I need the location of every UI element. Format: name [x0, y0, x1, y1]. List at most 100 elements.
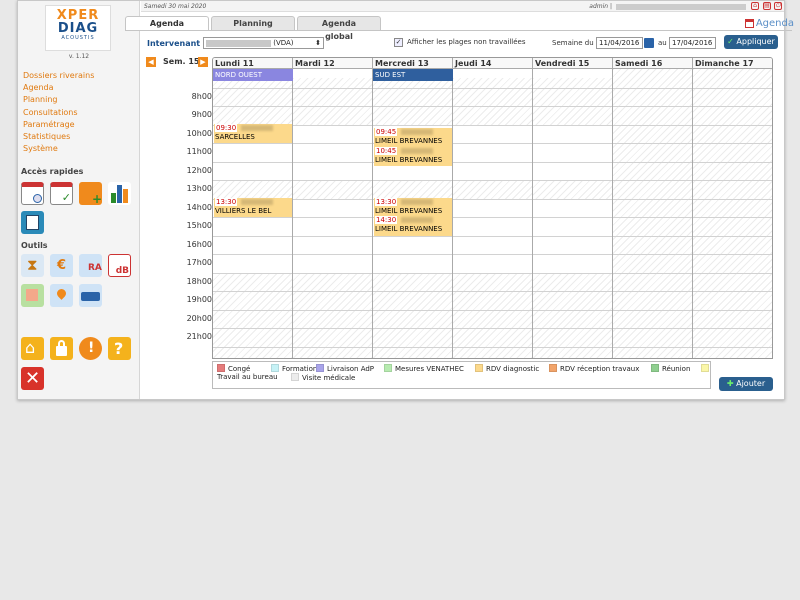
appointment-time: 09:30 — [215, 123, 238, 132]
warning-icon[interactable]: ! — [79, 337, 102, 360]
appointment[interactable]: 13:30 LIMEIL BREVANNES — [374, 197, 452, 217]
hour-line — [213, 328, 292, 329]
hour-line — [453, 124, 532, 126]
hour-line — [533, 124, 612, 126]
next-week-button[interactable]: ▶ — [198, 57, 208, 67]
calculator-icon[interactable] — [21, 211, 44, 234]
prev-week-button[interactable]: ◀ — [146, 57, 156, 67]
appointment-place: LIMEIL BREVANNES — [375, 225, 443, 233]
hour-line — [213, 309, 292, 311]
help-icon[interactable]: ? — [108, 337, 131, 360]
hour-line — [693, 272, 772, 274]
hour-line — [693, 309, 772, 311]
redacted-client — [241, 124, 274, 131]
intervenant-select[interactable]: (VDA) ⬍ — [203, 37, 324, 49]
hour-line — [533, 309, 612, 311]
hour-line — [693, 106, 772, 107]
hour-line — [213, 87, 292, 89]
hour-line — [453, 161, 532, 163]
hour-line — [453, 106, 532, 107]
hour-line — [693, 328, 772, 329]
calendar-check-icon[interactable]: ✓ — [50, 182, 73, 205]
nav-systeme[interactable]: Système — [23, 143, 94, 155]
hourglass-icon[interactable]: ⧗ — [21, 254, 44, 277]
appointment[interactable]: 10:45 LIMEIL BREVANNES — [374, 146, 452, 167]
close-icon[interactable]: ✕ — [21, 367, 44, 390]
legend-label: RDV diagnostic — [486, 365, 540, 373]
tab-planning[interactable]: Planning — [211, 16, 295, 30]
calendar-clock-icon[interactable] — [21, 182, 44, 205]
appointment[interactable]: 14:30 LIMEIL BREVANNES — [374, 216, 452, 236]
hour-line — [613, 291, 692, 292]
agenda-link[interactable]: Agenda — [744, 18, 794, 29]
date-to-input[interactable]: 17/04/2016 — [669, 37, 716, 49]
day-column[interactable] — [693, 69, 772, 358]
hour-label: 18h00 — [186, 276, 212, 286]
tools-title: Outils — [21, 241, 48, 250]
day-column[interactable] — [293, 69, 373, 358]
hour-line — [693, 198, 772, 200]
nav-dossiers-riverains[interactable]: Dossiers riverains — [23, 70, 94, 82]
hour-line — [533, 217, 612, 218]
tab-agenda[interactable]: Agenda — [125, 16, 209, 30]
hour-line — [373, 87, 452, 89]
legend-item: Mesures VENATHEC — [384, 364, 464, 373]
hour-line — [453, 198, 532, 200]
nav-planning[interactable]: Planning — [23, 94, 94, 106]
print-icon[interactable]: ▤ — [763, 2, 771, 10]
hour-line — [533, 180, 612, 181]
nav-consultations[interactable]: Consultations — [23, 107, 94, 119]
appointment[interactable]: 13:30 VILLIERS LE BEL — [214, 197, 292, 217]
house-db-icon[interactable]: dB — [108, 254, 131, 277]
tools-row-2 — [21, 284, 102, 307]
hour-line — [613, 161, 692, 163]
system-row-1: ⌂ ! ? — [21, 337, 131, 360]
redacted-client — [401, 198, 434, 205]
hour-line — [693, 180, 772, 181]
folder-add-icon[interactable]: + — [79, 182, 102, 205]
map-pin-icon[interactable] — [50, 284, 73, 307]
day-header: Vendredi 15 — [533, 58, 613, 69]
app-logo[interactable]: XPER DIAG ACOUSTIS — [45, 5, 111, 51]
legend-item: Réunion — [651, 364, 690, 373]
day-column[interactable] — [453, 69, 533, 358]
hour-line — [533, 87, 612, 89]
non-worked-checkbox[interactable]: ✓ — [394, 38, 403, 47]
home-icon[interactable]: ⌂ — [21, 337, 44, 360]
nav-agenda[interactable]: Agenda — [23, 82, 94, 94]
non-working-slot — [213, 180, 292, 199]
hour-label: 15h00 — [186, 221, 212, 231]
appointment-place: LIMEIL BREVANNES — [375, 137, 443, 146]
hour-label: 16h00 — [186, 239, 212, 249]
quick-access-row-1: ✓ + — [21, 182, 131, 205]
day-column[interactable] — [613, 69, 693, 358]
nav-statistiques[interactable]: Statistiques — [23, 131, 94, 143]
apply-button[interactable]: ✓ Appliquer — [724, 35, 778, 49]
non-working-slot — [533, 78, 612, 125]
appointment[interactable]: 09:45 LIMEIL BREVANNES — [374, 128, 452, 148]
redacted-client — [241, 198, 274, 205]
van-icon[interactable] — [79, 284, 102, 307]
add-button[interactable]: ✚ Ajouter — [719, 377, 773, 391]
day-column[interactable] — [533, 69, 613, 358]
nav-parametrage[interactable]: Paramétrage — [23, 119, 94, 131]
appointment-place: LIMEIL BREVANNES — [375, 155, 443, 164]
ra-grid-icon[interactable]: RA — [79, 254, 102, 277]
tab-agenda-global[interactable]: Agenda global — [297, 16, 381, 41]
legend: Congé Formation Livraison AdP Mesures VENAT… — [212, 361, 711, 389]
hour-line — [613, 309, 692, 311]
power-icon[interactable]: ⏻ — [774, 2, 782, 10]
appointment[interactable]: 09:30 SARCELLES — [214, 123, 292, 143]
day-header: Mardi 12 — [293, 58, 373, 69]
lock-icon[interactable] — [50, 337, 73, 360]
euro-grid-icon[interactable]: € — [50, 254, 73, 277]
map-area-icon[interactable] — [21, 284, 44, 307]
zone-banner: NORD OUEST — [213, 69, 293, 81]
hour-line — [533, 198, 612, 200]
legend-item: Visite médicale — [291, 373, 355, 382]
bar-chart-icon[interactable] — [108, 182, 131, 205]
non-working-slot — [693, 69, 772, 358]
date-from-input[interactable]: 11/04/2016 — [596, 37, 643, 49]
home-small-icon[interactable]: ⌂ — [751, 2, 759, 10]
date-picker-icon[interactable] — [644, 38, 654, 48]
